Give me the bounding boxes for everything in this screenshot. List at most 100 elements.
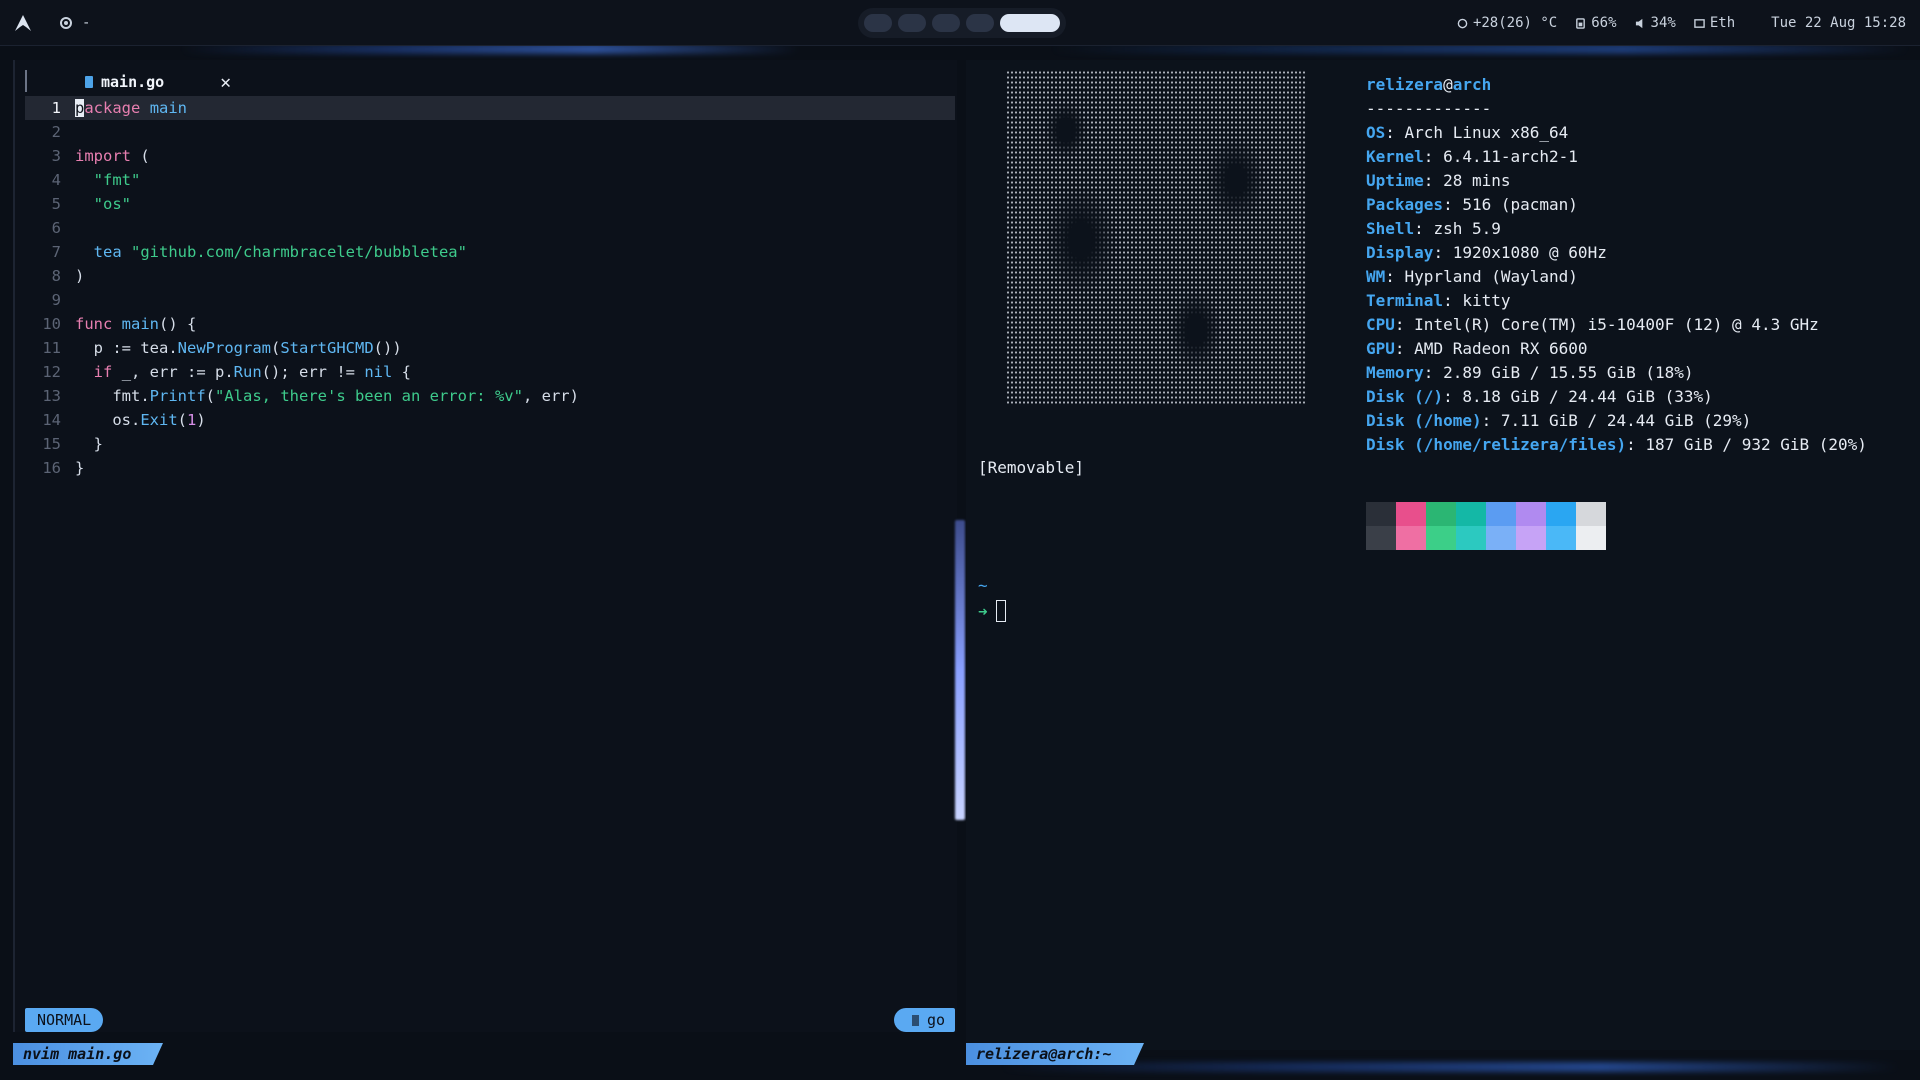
- palette-swatch: [1546, 526, 1576, 550]
- line-number: 4: [51, 171, 61, 189]
- terminal-window[interactable]: [Removable] relizera @ arch ------------- …: [966, 60, 1920, 1050]
- code-token: ): [75, 267, 85, 285]
- palette-swatch: [1486, 502, 1516, 526]
- tabline-indicator: [25, 70, 27, 92]
- code-token: "Alas, there's been an error: %v": [215, 387, 523, 405]
- code-token: nil: [364, 363, 393, 381]
- code-editor[interactable]: 1 p ackage main 2 3 import ( 4 "fmt" 5 "os"…: [25, 96, 955, 480]
- code-line: 12 if _, err := p. Run (); err != nil {: [25, 360, 955, 384]
- color-palette: [1366, 502, 1606, 550]
- info-value: 8.18 GiB / 24.44 GiB (33%): [1462, 386, 1713, 406]
- prompt-arrow-icon: ➜: [978, 601, 988, 621]
- info-key: GPU: [1366, 338, 1395, 358]
- network-indicator[interactable]: Eth: [1694, 15, 1735, 31]
- battery-icon: [1576, 17, 1586, 29]
- palette-swatch: [1426, 526, 1456, 550]
- info-row: OS: Arch Linux x86_64: [1366, 122, 1569, 142]
- workspace-active[interactable]: [1000, 14, 1060, 32]
- username: relizera: [1366, 74, 1444, 94]
- info-row: Uptime: 28 mins: [1366, 170, 1511, 190]
- line-number: 7: [51, 243, 61, 261]
- top-bar: - +28(26) °C 66% 34% Eth Tue 22 Aug 15:2…: [0, 0, 1920, 46]
- code-line: 1 p ackage main: [25, 96, 955, 120]
- temperature-indicator[interactable]: +28(26) °C: [1457, 15, 1557, 31]
- code-line: 9: [25, 288, 955, 312]
- prompt-line[interactable]: ➜: [978, 600, 1006, 622]
- info-key: CPU: [1366, 314, 1395, 334]
- info-key: Packages: [1366, 194, 1444, 214]
- workspace-switcher: [858, 8, 1066, 38]
- ascii-art-logo: [1006, 70, 1306, 404]
- line-number: 11: [42, 339, 61, 357]
- hostname: arch: [1452, 74, 1492, 94]
- buffer-tab-label: main.go: [101, 73, 165, 91]
- volume-value: 34%: [1650, 15, 1676, 31]
- info-value: Hyprland (Wayland): [1404, 266, 1578, 286]
- terminal-window-title: relizera@arch:~: [966, 1043, 1144, 1065]
- line-number: 13: [42, 387, 61, 405]
- code-token: StartGHCMD: [280, 339, 374, 357]
- palette-swatch: [1576, 502, 1606, 526]
- fetch-info: relizera @ arch ------------- OS: Arch Lin…: [1366, 72, 1867, 456]
- workspace-3[interactable]: [932, 14, 960, 32]
- palette-swatch: [1486, 526, 1516, 550]
- info-value: 28 mins: [1443, 170, 1511, 190]
- info-value: zsh 5.9: [1433, 218, 1501, 238]
- mode-indicator: NORMAL: [25, 1008, 104, 1032]
- volume-icon: [1635, 18, 1642, 28]
- code-token: Printf: [149, 387, 206, 405]
- palette-swatch: [1546, 502, 1576, 526]
- workspace-1[interactable]: [864, 14, 892, 32]
- info-key: Disk (/home): [1366, 410, 1482, 430]
- code-token: "os": [93, 195, 131, 213]
- code-token: ()): [373, 339, 402, 357]
- filetype-indicator: go: [893, 1008, 955, 1032]
- code-line: 11 p := tea. NewProgram(StartGHCMD()): [25, 336, 955, 360]
- info-key: Terminal: [1366, 290, 1444, 310]
- code-line: 4 "fmt": [25, 168, 955, 192]
- palette-swatch: [1396, 526, 1426, 550]
- code-token: main: [149, 99, 188, 117]
- line-number: 5: [51, 195, 61, 213]
- info-value: 6.4.11-arch2-1: [1443, 146, 1578, 166]
- user-host-row: relizera @ arch: [1366, 72, 1867, 96]
- code-line: 13 fmt. Printf("Alas, there's been an err…: [25, 384, 955, 408]
- line-number: 8: [51, 267, 61, 285]
- battery-indicator[interactable]: 66%: [1575, 15, 1617, 31]
- arch-logo-icon[interactable]: [0, 0, 46, 46]
- info-key: Kernel: [1366, 146, 1424, 166]
- code-token: (: [205, 387, 215, 405]
- nvim-window[interactable]: main.go ✕ 1 p ackage main 2 3 import ( 4 "f…: [13, 60, 957, 1032]
- info-row: Memory: 2.89 GiB / 15.55 GiB (18%): [1366, 362, 1694, 382]
- info-key: Disk (/home/relizera/files): [1366, 434, 1627, 454]
- code-token: Run: [233, 363, 262, 381]
- close-icon[interactable]: ✕: [220, 72, 231, 93]
- code-token: if: [93, 363, 113, 381]
- volume-indicator[interactable]: 34%: [1635, 15, 1676, 31]
- line-number: 16: [42, 459, 61, 477]
- workspace-2[interactable]: [898, 14, 926, 32]
- info-row: GPU: AMD Radeon RX 6600: [1366, 338, 1588, 358]
- workspace-4[interactable]: [966, 14, 994, 32]
- clock[interactable]: Tue 22 Aug 15:28: [1771, 15, 1906, 31]
- code-line: 6: [25, 216, 955, 240]
- battery-value: 66%: [1591, 15, 1617, 31]
- code-line: 5 "os": [25, 192, 955, 216]
- code-token: func: [75, 315, 113, 333]
- code-line: 16}: [25, 456, 955, 480]
- nvim-statusline: NORMAL main.go go: [25, 1008, 955, 1032]
- code-token: _, err := p.: [121, 363, 234, 381]
- line-number: 3: [51, 147, 61, 165]
- palette-swatch: [1426, 502, 1456, 526]
- buffer-tab-main-go[interactable]: main.go ✕: [25, 72, 231, 93]
- info-row: Disk (/home): 7.11 GiB / 24.44 GiB (29%): [1366, 410, 1752, 430]
- code-line: 15 }: [25, 432, 955, 456]
- info-value: 7.11 GiB / 24.44 GiB (29%): [1500, 410, 1752, 430]
- info-key: Memory: [1366, 362, 1424, 382]
- at-sign: @: [1443, 74, 1453, 94]
- ethernet-icon: [1694, 18, 1705, 28]
- info-value: Arch Linux x86_64: [1404, 122, 1569, 142]
- palette-swatch: [1456, 502, 1486, 526]
- code-token: tea: [93, 243, 122, 261]
- code-token: os.: [112, 411, 141, 429]
